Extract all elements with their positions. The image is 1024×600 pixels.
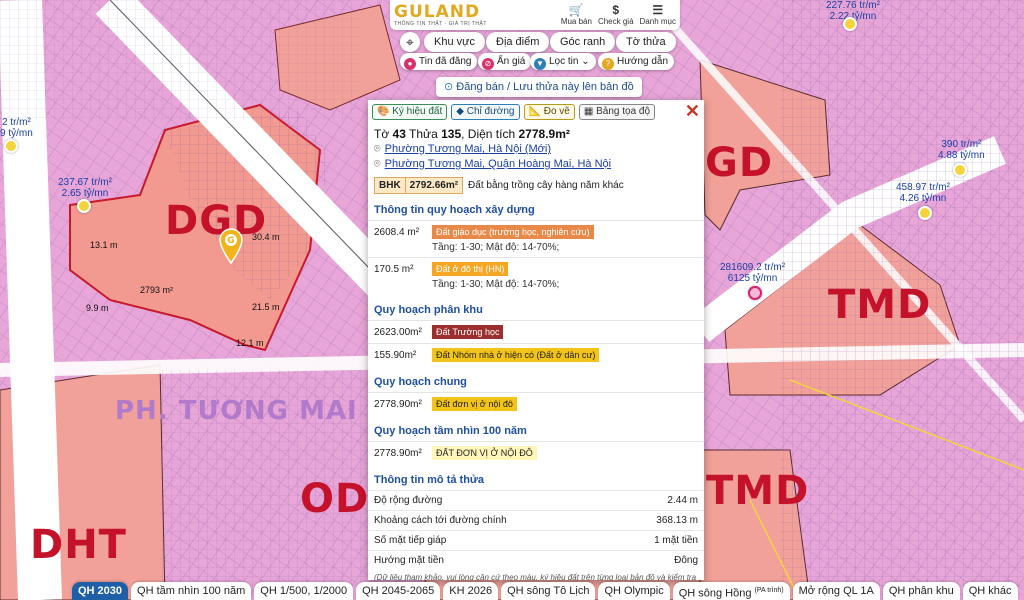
plan-row: 2623.00m² Đất Trường học [368,320,704,343]
dollar-icon: $ [612,3,620,17]
edge-length: 13.1 m [90,240,118,250]
edge-length: 12.1 m [236,338,264,348]
price-marker[interactable] [4,139,18,153]
tab-qh-phan-khu[interactable]: QH phân khu [882,582,960,600]
price-label: 281609.2 tr/m² 6125 tỷ/mn [720,262,786,284]
edge-length: 9.9 m [86,303,109,313]
ward-label: PH. TƯƠNG MAI [115,396,358,426]
tab-kh-2026[interactable]: KH 2026 [443,582,499,600]
directions-button[interactable]: ◆ Chỉ đường [451,104,520,120]
menu-icon: ☰ [652,3,664,17]
land-use-row: BHK 2792.66m² Đất bằng trồng cây hàng nă… [374,177,698,194]
table-icon: ▦ [583,106,594,117]
eye-icon: ● [404,58,416,70]
palette-icon: 🎨 [377,106,390,117]
price-marker[interactable] [918,206,932,220]
parcel-area: 2793 m² [140,285,174,295]
section-title-construction: Thông tin quy hoạch xây dựng [374,204,535,216]
help-icon: ? [602,58,614,70]
parcel-info-panel: 🎨 Ký hiệu đất ◆ Chỉ đường 📐 Đo vẽ ▦ Bảng… [368,100,704,580]
location-pin-icon: ⌾ [374,143,381,155]
zone-label-gd: GD [705,140,774,186]
post-listing-button[interactable]: ⊙ Đăng bán / Lưu thửa này lên bản đồ [436,77,642,97]
desc-row: Độ rộng đường 2.44 m [368,490,704,510]
cart-icon: 🛒 [568,3,584,17]
tab-qh-song-hong[interactable]: QH sông Hồng (PA trình) [672,582,790,600]
close-icon[interactable]: ✕ [685,102,700,120]
coordinate-table-button[interactable]: ▦ Bảng tọa độ [578,104,656,120]
filter-icon: ▼ [534,58,546,70]
tab-khu-vuc[interactable]: Khu vực [424,32,485,52]
tab-qh-khac[interactable]: QH khác [962,582,1018,600]
land-code-badge: BHK [374,177,406,194]
desc-row: Số mặt tiếp giáp 1 mặt tiền [368,530,704,550]
top-bar: GULAND THÔNG TIN THẬT · GIÁ TRỊ THẬT 🛒 Mu… [390,0,680,30]
filter-button[interactable]: ▼ Lọc tin ⌄ [530,53,596,70]
tab-qh-to-lich[interactable]: QH sông Tô Lịch [501,582,596,600]
location-pin-icon: ⌾ [374,158,381,170]
tab-dia-diem[interactable]: Địa điểm [486,32,550,52]
tab-qh-100-years[interactable]: QH tầm nhìn 100 năm [131,582,252,600]
plan-row: 2778.90m² Đất đơn vị ở nội đô [368,392,704,415]
desc-row: Hướng mặt tiền Đông [368,550,704,570]
price-marker[interactable] [748,286,762,300]
price-marker[interactable] [843,17,857,31]
location-icon: ⊙ [444,81,454,93]
section-title-vision: Quy hoạch tầm nhìn 100 năm [374,425,527,437]
buy-sell-button[interactable]: 🛒 Mua bán [561,3,592,27]
tab-goc-ranh[interactable]: Góc ranh [550,32,616,52]
tab-qh-olympic[interactable]: QH Olympic [598,582,670,600]
disclaimer-note: (Dữ liệu tham khảo, vui lòng căn cứ theo… [374,573,697,580]
zone-label-dht: DHT [30,522,127,568]
price-marker[interactable] [953,163,967,177]
section-title-zoning: Quy hoạch phân khu [374,304,483,316]
posted-filter-button[interactable]: ● Tin đã đăng [400,53,478,70]
ruler-icon: 📐 [528,106,541,117]
price-label: 2 tr/m² 9 tỷ/mn [0,117,33,139]
zone-label-tmd-2: TMD [706,468,810,514]
plan-row: 2608.4 m² Đất giáo dục (trường học, nghi… [368,220,704,257]
zone-label-tmd-1: TMD [828,282,932,328]
price-label: 237.67 tr/m² 2.65 tỷ/mn [58,177,112,199]
desc-row: Khoảng cách tới đường chính 368.13 m [368,510,704,530]
guide-button[interactable]: ? Hướng dẫn [598,53,675,70]
chevron-down-icon: ⌄ [581,56,590,67]
tab-mo-rong-ql1a[interactable]: Mở rộng QL 1A [792,582,880,600]
svg-text:G: G [227,236,234,246]
map-layer-tabs: QH 2030 QH tầm nhìn 100 năm QH 1/500, 1/… [72,582,1018,600]
locate-button[interactable]: ⌖ [400,32,420,52]
land-description: Đất bằng trồng cây hàng năm khác [468,180,624,191]
zone-label-od: OD [300,476,370,522]
section-title-general: Quy hoạch chung [374,376,467,388]
price-label: 458.97 tr/m² 4.26 tỷ/mn [896,182,950,204]
plan-row: 170.5 m² Đất ở đô thị (HN) Tầng: 1-30; Mậ… [368,257,704,294]
plan-row: 155.90m² Đất Nhóm nhà ở hiện có (Đất ở d… [368,343,704,366]
hide-icon: ⊘ [482,58,494,70]
edge-length: 30.4 m [252,232,280,242]
logo[interactable]: GULAND THÔNG TIN THẬT · GIÁ TRỊ THẬT [394,3,487,27]
tab-qh-2045-2065[interactable]: QH 2045-2065 [356,582,441,600]
tab-to-thua[interactable]: Tờ thửa [616,32,676,52]
price-label: 390 tr/m² 4.88 tỷ/mn [938,139,985,161]
land-legend-button[interactable]: 🎨 Ký hiệu đất [372,104,448,120]
hide-price-button[interactable]: ⊘ Ẩn giá [478,53,532,70]
check-price-button[interactable]: $ Check giá [598,3,634,27]
tab-qh-2030[interactable]: QH 2030 [72,582,129,600]
section-title-description: Thông tin mô tả thửa [374,474,485,486]
measure-button[interactable]: 📐 Đo vẽ [523,104,575,120]
parcel-pin-icon[interactable]: G [218,228,244,264]
price-marker[interactable] [77,199,91,213]
crosshair-icon: ⌖ [406,34,414,50]
edge-length: 21.5 m [252,302,280,312]
address-new[interactable]: ⌾ Phường Tương Mai, Hà Nội (Mới) [374,143,698,156]
plan-row: 2778.90m² ĐẤT ĐƠN VỊ Ở NỘI ĐÔ [368,441,704,464]
land-area-badge: 2792.66m² [405,177,464,194]
menu-button[interactable]: ☰ Danh mục [640,3,676,27]
tab-qh-1-500[interactable]: QH 1/500, 1/2000 [254,582,354,600]
directions-icon: ◆ [456,106,464,117]
address-old[interactable]: ⌾ Phường Tương Mai, Quận Hoàng Mai, Hà Nộ… [374,158,698,171]
parcel-title: Tờ 43 Thửa 135, Diện tích 2778.9m² [374,127,570,141]
